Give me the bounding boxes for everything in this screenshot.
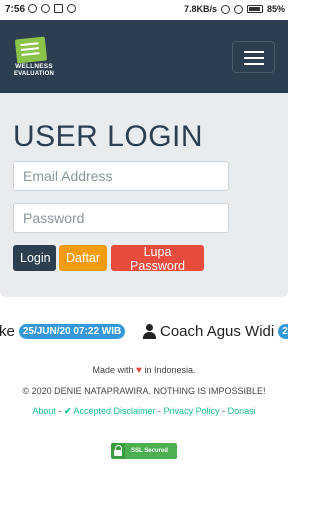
- status-time: 7:56: [5, 4, 26, 15]
- user-icon: [143, 324, 156, 339]
- lock-icon: [111, 443, 125, 459]
- hamburger-icon: [244, 51, 264, 53]
- password-field[interactable]: [13, 203, 229, 233]
- login-panel: USER LOGIN Login Daftar Lupa Password: [0, 93, 288, 297]
- disclaimer-link[interactable]: Accepted Disclaimer: [74, 406, 156, 416]
- ticker-item: ke 25/JUN/20 07:22 WIB: [0, 323, 126, 340]
- forgot-password-button[interactable]: Lupa Password: [111, 245, 204, 273]
- navbar: WELLNESS EVALUATION: [0, 20, 288, 93]
- cloud-icon: [67, 4, 76, 13]
- footer-links: About - ✔ Accepted Disclaimer - Privacy …: [32, 406, 256, 416]
- shield-icon: [41, 4, 50, 13]
- mail-icon: [54, 4, 63, 13]
- network-speed: 7.8KB/s: [183, 4, 217, 14]
- check-icon: ✔: [63, 406, 72, 416]
- clipboard-icon: [14, 36, 48, 64]
- made-with-text: Made with ♥ in Indonesia.: [92, 365, 196, 376]
- battery-level: 85%: [266, 4, 285, 14]
- ticker-item: Coach Agus Widi 25: [143, 323, 288, 340]
- register-button[interactable]: Daftar: [59, 245, 107, 271]
- logo-line1: WELLNESS: [15, 63, 53, 70]
- battery-icon: [246, 5, 263, 13]
- page-title: USER LOGIN: [13, 120, 204, 153]
- hamburger-icon: [244, 57, 264, 59]
- menu-toggle-button[interactable]: [232, 41, 275, 73]
- logo-line2: EVALUATION: [13, 71, 55, 77]
- privacy-link[interactable]: Privacy Policy: [164, 406, 220, 416]
- login-button[interactable]: Login: [13, 245, 56, 271]
- ssl-label: SSL Secured: [131, 448, 168, 454]
- alarm-icon: [220, 4, 230, 14]
- wifi-icon: [233, 4, 243, 14]
- status-bar: 7:56 7.8KB/s 85%: [0, 0, 288, 20]
- wellness-logo[interactable]: WELLNESS EVALUATION: [12, 36, 55, 78]
- ticker-date-badge: 25: [278, 324, 288, 339]
- heart-icon: ♥: [136, 365, 142, 376]
- activity-ticker: ke 25/JUN/20 07:22 WIB Coach Agus Widi 2…: [0, 323, 288, 343]
- ticker-date-badge: 25/JUN/20 07:22 WIB: [18, 324, 126, 339]
- whatsapp-icon: [28, 4, 37, 13]
- ticker-name: ke: [0, 323, 15, 340]
- ssl-badge[interactable]: SSL Secured: [111, 443, 177, 459]
- about-link[interactable]: About: [32, 406, 56, 416]
- hamburger-icon: [244, 63, 264, 65]
- status-right: 7.8KB/s 85%: [184, 4, 285, 14]
- ticker-name: Coach Agus Widi: [160, 323, 275, 340]
- email-field[interactable]: [13, 161, 229, 191]
- donasi-link[interactable]: Donasi: [228, 406, 256, 416]
- notification-icons: [28, 4, 76, 13]
- copyright-text: © 2020 DENIE NATAPRAWIRA. NOTHING IS IMP…: [22, 386, 266, 396]
